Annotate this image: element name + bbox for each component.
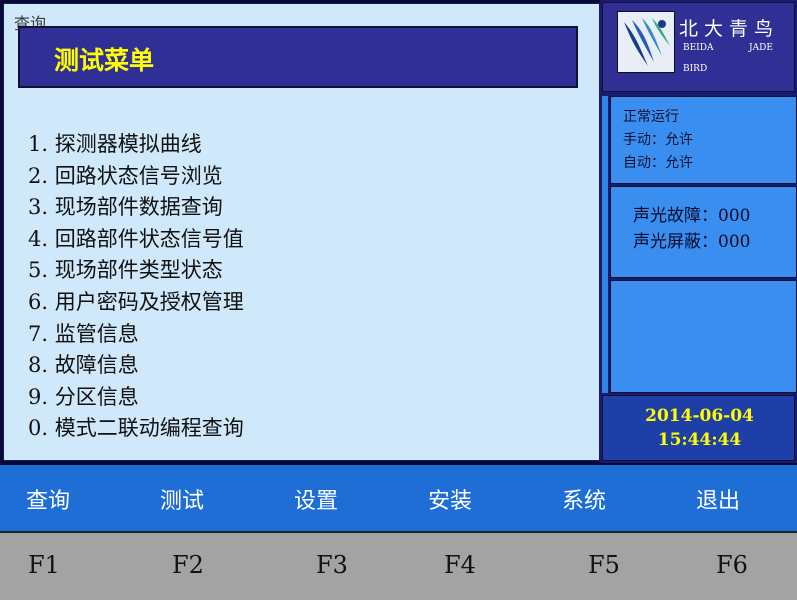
function-bar: 查询 测试 设置 安装 系统 退出 <box>0 463 797 531</box>
function-query[interactable]: 查询 <box>26 483 70 515</box>
menu-item-password-auth[interactable]: 6. 用户密码及授权管理 <box>28 287 244 319</box>
function-key-bar: F1 F2 F3 F4 F5 F6 <box>0 531 797 600</box>
key-f5[interactable]: F5 <box>588 551 620 579</box>
menu-item-loop-status-browse[interactable]: 2. 回路状态信号浏览 <box>28 161 244 193</box>
jade-bird-logo-icon <box>617 11 675 73</box>
key-f3[interactable]: F3 <box>316 551 348 579</box>
menu-title: 测试菜单 <box>54 46 155 75</box>
logo-chinese-name: 北大青鸟 <box>679 18 780 40</box>
time-display: 15:44:44 <box>657 430 742 450</box>
menu-item-device-type-status[interactable]: 5. 现场部件类型状态 <box>28 255 244 287</box>
logo-en-beida: BEIDA <box>683 43 714 53</box>
logo-en-jade: JADE <box>749 43 773 53</box>
logo-box: 北大青鸟 BEIDA JADE BIRD <box>602 2 795 92</box>
menu-item-loop-signal-value[interactable]: 4. 回路部件状态信号值 <box>28 224 244 256</box>
menu-item-device-data-query[interactable]: 3. 现场部件数据查询 <box>28 192 244 224</box>
status-manual: 手动：允许 <box>623 132 693 148</box>
menu-item-detector-curve[interactable]: 1. 探测器模拟曲线 <box>28 129 244 161</box>
function-exit[interactable]: 退出 <box>696 483 740 515</box>
date-display: 2014-06-04 <box>645 406 754 426</box>
sound-light-mask-count: 声光屏蔽：000 <box>633 232 751 252</box>
alarm-count-box: 声光故障：000 声光屏蔽：000 <box>610 186 797 278</box>
datetime-box: 2014-06-04 15:44:44 <box>602 395 795 461</box>
function-settings[interactable]: 设置 <box>294 483 338 515</box>
key-f1[interactable]: F1 <box>28 551 60 579</box>
key-f2[interactable]: F2 <box>172 551 204 579</box>
logo-en-bird: BIRD <box>683 64 708 74</box>
menu-item-zone-info[interactable]: 9. 分区信息 <box>28 382 244 414</box>
menu-title-box: 测试菜单 <box>18 26 578 88</box>
right-panel: 北大青鸟 BEIDA JADE BIRD 正常运行 手动：允许 自动：允许 声光… <box>600 0 797 463</box>
test-menu-list: 1. 探测器模拟曲线 2. 回路状态信号浏览 3. 现场部件数据查询 4. 回路… <box>28 129 244 445</box>
menu-item-mode2-linkage-query[interactable]: 0. 模式二联动编程查询 <box>28 413 244 445</box>
function-install[interactable]: 安装 <box>428 483 472 515</box>
function-test[interactable]: 测试 <box>160 483 204 515</box>
status-running: 正常运行 <box>623 109 679 125</box>
run-status-box: 正常运行 手动：允许 自动：允许 <box>610 96 797 184</box>
sound-light-fault-count: 声光故障：000 <box>633 206 751 226</box>
menu-item-supervision-info[interactable]: 7. 监管信息 <box>28 319 244 351</box>
info-empty-box <box>610 280 797 393</box>
main-area: 查询 测试菜单 1. 探测器模拟曲线 2. 回路状态信号浏览 3. 现场部件数据… <box>3 3 600 461</box>
status-auto: 自动：允许 <box>623 155 693 171</box>
panel-screen: 查询 测试菜单 1. 探测器模拟曲线 2. 回路状态信号浏览 3. 现场部件数据… <box>0 0 797 600</box>
key-f4[interactable]: F4 <box>444 551 476 579</box>
side-indicator-bar <box>602 96 608 393</box>
menu-item-fault-info[interactable]: 8. 故障信息 <box>28 350 244 382</box>
key-f6[interactable]: F6 <box>716 551 748 579</box>
function-system[interactable]: 系统 <box>562 483 606 515</box>
